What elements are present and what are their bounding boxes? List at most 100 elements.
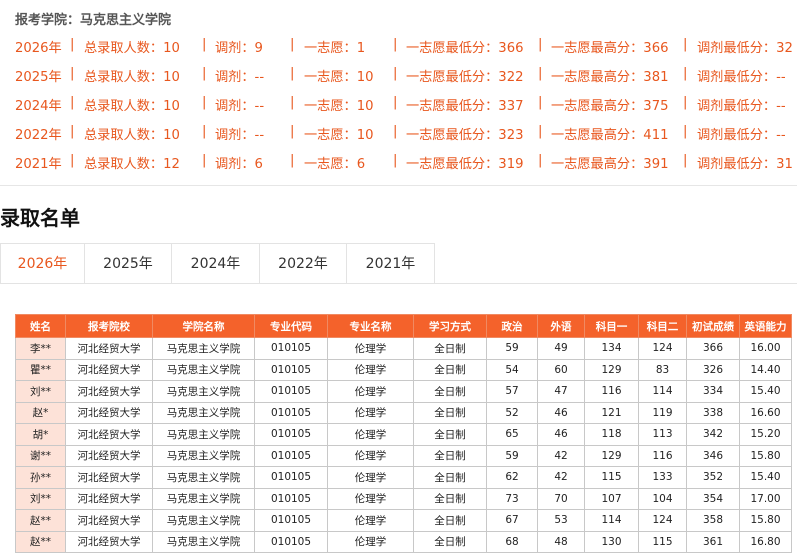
table-cell: 河北经贸大学 [65, 530, 153, 553]
tab-year-2021[interactable]: 2021年 [347, 244, 434, 284]
table-cell: 16.60 [739, 401, 792, 424]
stat-row: 2021年 | 总录取人数：12 | 调剂：6 | 一志愿：6 | 一志愿最低分：319 | 一志愿… [15, 153, 797, 182]
stat-first-max: 一志愿最高分：381 [551, 70, 669, 85]
stat-row: 2025年 | 总录取人数：10 | 调剂：-- | 一志愿：10 | 一志愿最低分：322 | 一… [15, 66, 797, 95]
table-cell: 361 [686, 530, 740, 553]
stat-first-min: 一志愿最低分：323 [406, 128, 524, 143]
table-cell: 65 [486, 423, 538, 446]
table-cell: 42 [537, 444, 585, 467]
stat-first: 一志愿：6 [304, 157, 366, 172]
table-cell: 124 [638, 509, 687, 532]
table-cell: 114 [638, 380, 687, 403]
table-row: 瞿** 河北经贸大学 马克思主义学院 010105 伦理学 全日制 54 60 129 83 326… [15, 358, 792, 381]
table-cell: 全日制 [413, 487, 487, 510]
table-row: 孙** 河北经贸大学 马克思主义学院 010105 伦理学 全日制 62 42 115 133 35… [15, 466, 792, 489]
stat-first-max: 一志愿最高分：375 [551, 99, 669, 114]
stat-separator: | [290, 124, 295, 139]
stat-adjust-min: 调剂最低分：-- [697, 99, 786, 114]
stat-first: 一志愿：1 [304, 41, 366, 56]
stat-separator: | [70, 95, 75, 110]
table-cell: 全日制 [413, 337, 487, 360]
section-title: 录取名单 [0, 206, 80, 230]
table-cell: 马克思主义学院 [152, 380, 255, 403]
table-cell: 河北经贸大学 [65, 423, 153, 446]
stat-row: 2024年 | 总录取人数：10 | 调剂：-- | 一志愿：10 | 一志愿最低分：337 | 一… [15, 95, 797, 124]
stat-adjust: 调剂：-- [215, 70, 265, 85]
table-cell: 48 [537, 530, 585, 553]
table-cell: 伦理学 [327, 401, 414, 424]
column-header: 学院名称 [152, 314, 255, 338]
stat-separator: | [538, 153, 543, 168]
table-cell: 52 [486, 401, 538, 424]
table-cell: 010105 [254, 380, 328, 403]
stat-separator: | [202, 37, 207, 52]
stat-adjust-min: 调剂最低分：31 [697, 157, 793, 172]
table-cell: 358 [686, 509, 740, 532]
table-cell: 53 [537, 509, 585, 532]
stat-first-max: 一志愿最高分：391 [551, 157, 669, 172]
table-cell: 352 [686, 466, 740, 489]
table-cell: 130 [584, 530, 639, 553]
stat-separator: | [202, 153, 207, 168]
table-cell: 104 [638, 487, 687, 510]
table-row: 刘** 河北经贸大学 马克思主义学院 010105 伦理学 全日制 73 70 107 104 35… [15, 487, 792, 510]
tab-year-2026[interactable]: 2026年 [1, 244, 85, 284]
student-name-cell: 赵** [15, 509, 66, 532]
table-cell: 54 [486, 358, 538, 381]
tab-year-2022[interactable]: 2022年 [260, 244, 347, 284]
table-cell: 全日制 [413, 509, 487, 532]
table-cell: 全日制 [413, 444, 487, 467]
table-cell: 115 [584, 466, 639, 489]
stat-year: 2026年 [15, 41, 62, 56]
table-cell: 河北经贸大学 [65, 401, 153, 424]
table-cell: 伦理学 [327, 358, 414, 381]
column-header: 学习方式 [413, 314, 487, 338]
stat-adjust-min: 调剂最低分：-- [697, 70, 786, 85]
table-cell: 119 [638, 401, 687, 424]
table-cell: 113 [638, 423, 687, 446]
student-name-cell: 刘** [15, 487, 66, 510]
stat-separator: | [683, 37, 688, 52]
stat-first: 一志愿：10 [304, 70, 374, 85]
stat-row: 2022年 | 总录取人数：10 | 调剂：-- | 一志愿：10 | 一志愿最低分：323 | 一… [15, 124, 797, 153]
table-cell: 010105 [254, 444, 328, 467]
table-cell: 全日制 [413, 530, 487, 553]
table-cell: 14.40 [739, 358, 792, 381]
table-cell: 116 [638, 444, 687, 467]
table-cell: 河北经贸大学 [65, 380, 153, 403]
table-cell: 73 [486, 487, 538, 510]
stat-separator: | [290, 153, 295, 168]
tab-year-2025[interactable]: 2025年 [85, 244, 172, 284]
table-cell: 49 [537, 337, 585, 360]
stat-separator: | [290, 37, 295, 52]
table-cell: 346 [686, 444, 740, 467]
stat-separator: | [70, 37, 75, 52]
stat-year: 2021年 [15, 157, 62, 172]
divider [0, 185, 797, 186]
table-cell: 马克思主义学院 [152, 509, 255, 532]
table-cell: 334 [686, 380, 740, 403]
column-header: 专业名称 [327, 314, 414, 338]
table-cell: 伦理学 [327, 466, 414, 489]
table-cell: 河北经贸大学 [65, 466, 153, 489]
table-cell: 59 [486, 337, 538, 360]
stat-separator: | [70, 124, 75, 139]
tab-year-2024[interactable]: 2024年 [172, 244, 260, 284]
table-cell: 马克思主义学院 [152, 487, 255, 510]
table-row: 李** 河北经贸大学 马克思主义学院 010105 伦理学 全日制 59 49 134 124 36… [15, 337, 792, 360]
table-row: 胡* 河北经贸大学 马克思主义学院 010105 伦理学 全日制 65 46 118 113 342… [15, 423, 792, 446]
table-cell: 010105 [254, 358, 328, 381]
table-cell: 116 [584, 380, 639, 403]
stat-separator: | [70, 66, 75, 81]
admission-stats: 2026年 | 总录取人数：10 | 调剂：9 | 一志愿：1 | 一志愿最低分：366 | 一志愿… [15, 37, 797, 182]
table-cell: 133 [638, 466, 687, 489]
stat-separator: | [538, 124, 543, 139]
student-name-cell: 李** [15, 337, 66, 360]
table-cell: 河北经贸大学 [65, 337, 153, 360]
table-cell: 马克思主义学院 [152, 401, 255, 424]
stat-first: 一志愿：10 [304, 99, 374, 114]
table-cell: 马克思主义学院 [152, 337, 255, 360]
table-cell: 46 [537, 401, 585, 424]
stat-first-min: 一志愿最低分：319 [406, 157, 524, 172]
column-header: 姓名 [15, 314, 66, 338]
